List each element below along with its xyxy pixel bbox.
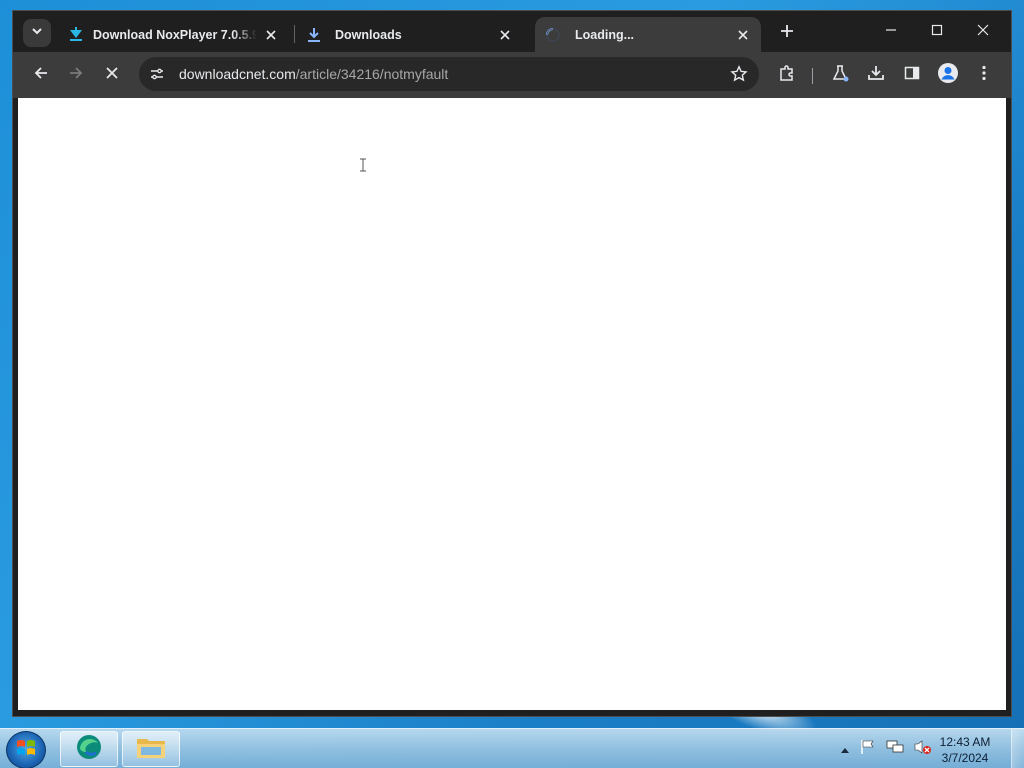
close-window-button[interactable] xyxy=(971,21,995,43)
extensions-button[interactable] xyxy=(773,61,801,89)
clock-date: 3/7/2024 xyxy=(941,751,989,765)
network-icon[interactable] xyxy=(886,739,904,760)
tab-separator xyxy=(294,25,295,43)
plus-icon xyxy=(780,24,794,43)
close-tab-icon[interactable] xyxy=(263,27,279,43)
tab-title: Loading... xyxy=(575,27,635,42)
system-tray xyxy=(840,739,932,760)
loading-spinner-icon xyxy=(545,26,563,44)
tab-search-button[interactable] xyxy=(23,19,51,47)
maximize-button[interactable] xyxy=(925,21,949,43)
side-panel-icon xyxy=(904,65,920,86)
arrow-right-icon xyxy=(68,65,84,86)
download-arrow-icon xyxy=(307,27,323,43)
tab-strip: Download NoxPlayer 7.0.5.9 fo Downloads … xyxy=(13,11,1011,52)
address-bar[interactable]: downloadcnet.com/article/34216/notmyfaul… xyxy=(139,57,759,91)
url-path: /article/34216/notmyfault xyxy=(295,66,449,82)
labs-button[interactable] xyxy=(826,61,854,89)
bookmark-star-icon[interactable] xyxy=(729,64,749,84)
edge-browser-icon xyxy=(74,732,104,767)
stop-x-icon xyxy=(105,66,119,85)
menu-button[interactable] xyxy=(970,61,998,89)
folder-icon xyxy=(135,733,167,766)
close-tab-icon[interactable] xyxy=(497,27,513,43)
site-settings-icon[interactable] xyxy=(145,62,169,86)
close-icon xyxy=(977,23,989,41)
downloads-button[interactable] xyxy=(862,61,890,89)
show-hidden-icons-icon[interactable] xyxy=(840,741,850,759)
browser-window: Download NoxPlayer 7.0.5.9 fo Downloads … xyxy=(12,10,1012,717)
minimize-button[interactable] xyxy=(879,21,903,43)
stop-loading-button[interactable] xyxy=(98,61,126,89)
tab-title: Downloads xyxy=(335,27,402,42)
action-center-flag-icon[interactable] xyxy=(860,739,876,760)
url-domain: downloadcnet.com xyxy=(179,66,296,82)
side-panel-button[interactable] xyxy=(898,61,926,89)
tab-downloads[interactable]: Downloads xyxy=(297,17,523,52)
volume-muted-icon[interactable] xyxy=(914,739,932,760)
taskbar-clock[interactable]: 12:43 AM 3/7/2024 xyxy=(932,734,998,766)
new-tab-button[interactable] xyxy=(777,23,797,43)
close-tab-icon[interactable] xyxy=(735,27,751,43)
profile-button[interactable] xyxy=(934,61,962,89)
url-text[interactable]: downloadcnet.com/article/34216/notmyfaul… xyxy=(179,66,448,82)
taskbar: 12:43 AM 3/7/2024 xyxy=(0,728,1024,768)
browser-toolbar: downloadcnet.com/article/34216/notmyfaul… xyxy=(13,52,1011,98)
nox-download-icon xyxy=(67,26,85,44)
back-button[interactable] xyxy=(27,61,55,89)
show-desktop-button[interactable] xyxy=(1011,729,1024,768)
arrow-left-icon xyxy=(33,65,49,86)
taskbar-edge-button[interactable] xyxy=(60,731,118,767)
forward-button[interactable] xyxy=(62,61,90,89)
tab-title: Download NoxPlayer 7.0.5.9 fo xyxy=(93,27,257,42)
flask-icon xyxy=(831,64,849,87)
page-content[interactable] xyxy=(18,98,1006,710)
start-button[interactable] xyxy=(6,731,46,768)
avatar-icon xyxy=(937,62,959,89)
tab-noxplayer[interactable]: Download NoxPlayer 7.0.5.9 fo xyxy=(57,17,289,52)
minimize-icon xyxy=(885,23,897,41)
clock-time: 12:43 AM xyxy=(939,735,991,749)
windows-logo-icon xyxy=(15,737,37,764)
puzzle-icon xyxy=(778,64,796,87)
text-cursor-icon xyxy=(359,158,367,177)
toolbar-divider xyxy=(812,68,813,84)
maximize-icon xyxy=(931,23,943,41)
more-vert-icon xyxy=(981,65,987,86)
chevron-down-icon xyxy=(31,24,43,42)
download-icon xyxy=(867,64,885,87)
tab-loading[interactable]: Loading... xyxy=(535,17,761,52)
taskbar-explorer-button[interactable] xyxy=(122,731,180,767)
